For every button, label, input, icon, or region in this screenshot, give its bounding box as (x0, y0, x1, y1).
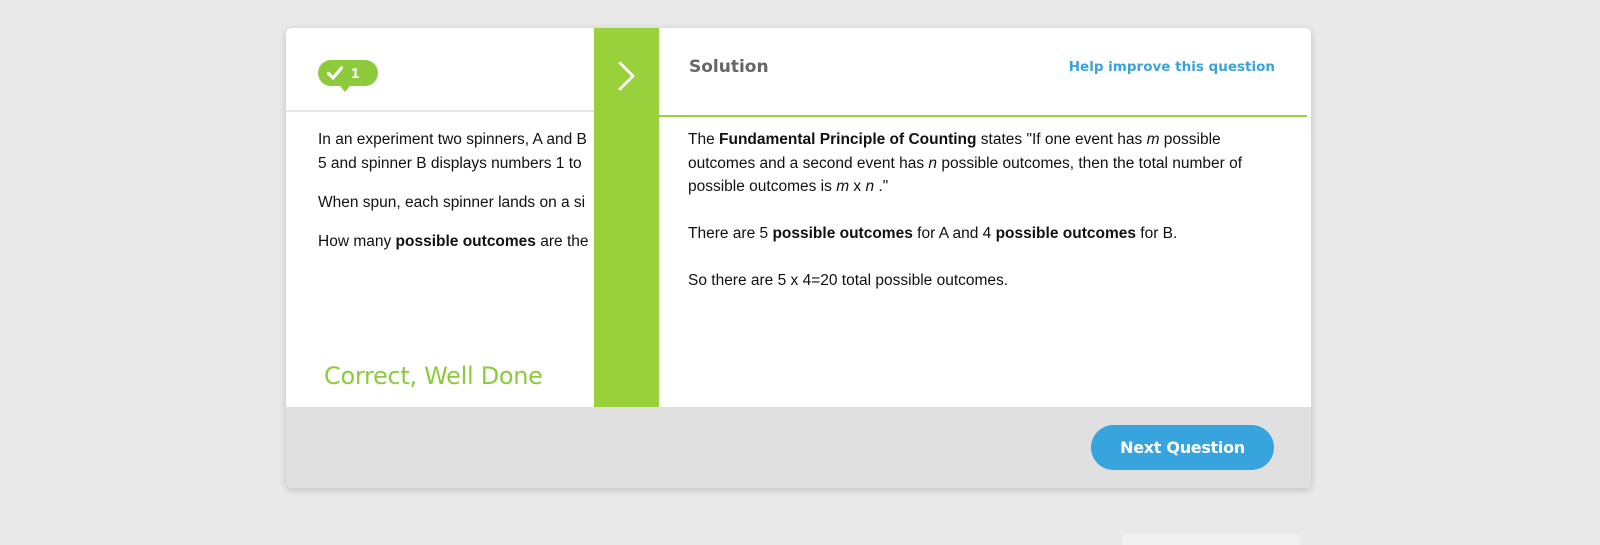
sol-p2-b: for A and 4 (912, 225, 996, 242)
question-p3-bold: possible outcomes (395, 233, 536, 250)
sol-p2-c: for B. (1135, 225, 1178, 242)
streak-badge: 1 (318, 60, 378, 92)
solution-toggle[interactable] (594, 28, 659, 407)
streak-count: 1 (351, 64, 360, 82)
question-text: In an experiment two spinners, A and B 5… (318, 128, 602, 269)
sol-p1-a: states "If one event has (976, 131, 1147, 148)
next-question-button[interactable]: Next Question (1091, 425, 1274, 470)
sol-p1-bold: Fundamental Principle of Counting (719, 131, 977, 148)
chevron-right-icon[interactable] (616, 60, 638, 92)
solution-header: Solution Help improve this question (659, 28, 1307, 117)
solution-paragraph-1: The Fundamental Principle of Counting st… (688, 128, 1248, 199)
sol-p1-m2: m (836, 178, 850, 195)
question-line-1: In an experiment two spinners, A and B (318, 131, 587, 148)
solution-paragraph-2: There are 5 possible outcomes for A and … (688, 222, 1248, 246)
sol-p1-n2: n (865, 178, 875, 195)
question-p3-post: are the (535, 233, 589, 250)
sol-p1-end: ." (874, 178, 889, 195)
question-p3-pre: How many (318, 233, 396, 250)
sol-p1-x: x (849, 178, 866, 195)
question-paragraph-3: How many possible outcomes are the (318, 230, 602, 254)
question-card: 1 In an experiment two spinners, A and B… (286, 28, 1311, 488)
sol-p1-pre: The (688, 131, 720, 148)
solution-title: Solution (689, 57, 769, 77)
sol-p1-n: n (928, 154, 938, 172)
question-panel: 1 In an experiment two spinners, A and B… (286, 28, 602, 407)
feedback-message: Correct, Well Done (324, 362, 543, 390)
sol-p2-bold1: possible outcomes (772, 225, 913, 242)
sol-p2-bold2: possible outcomes (995, 225, 1136, 242)
help-improve-link[interactable]: Help improve this question (1069, 59, 1275, 75)
check-icon (327, 66, 343, 80)
bottom-tab (1122, 534, 1300, 545)
question-paragraph-1: In an experiment two spinners, A and B 5… (318, 128, 602, 176)
question-paragraph-2: When spun, each spinner lands on a si (318, 194, 586, 211)
sol-p1-m: m (1146, 131, 1160, 148)
solution-body: The Fundamental Principle of Counting st… (688, 128, 1248, 316)
solution-paragraph-3: So there are 5 x 4=20 total possible out… (688, 272, 1009, 289)
solution-panel: Solution Help improve this question The … (659, 28, 1311, 407)
sol-p2-a: There are 5 (688, 225, 773, 242)
question-header: 1 (286, 28, 602, 112)
question-line-2: 5 and spinner B displays numbers 1 to (318, 155, 582, 172)
